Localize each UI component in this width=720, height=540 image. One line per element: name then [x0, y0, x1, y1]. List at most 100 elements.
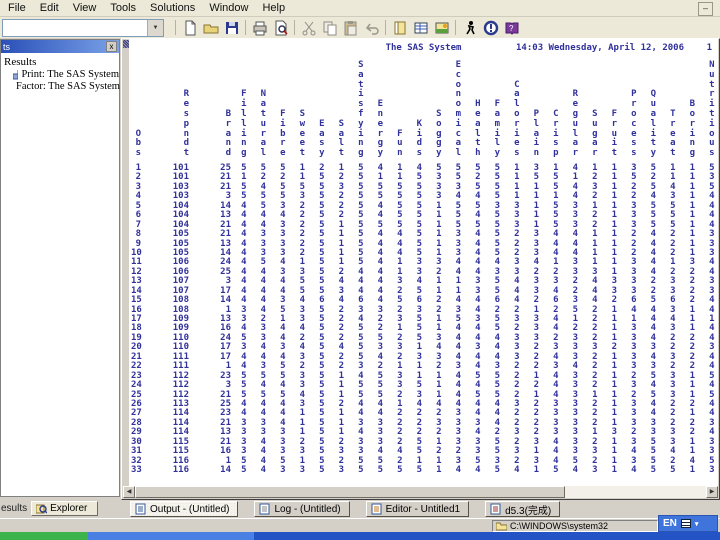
- submit-button[interactable]: [459, 18, 480, 37]
- printer-output-icon: [13, 69, 19, 79]
- current-folder-path: C:\WINDOWS\system32: [510, 521, 609, 531]
- table-row: 17 109 13 3 2 1 3 5 2 4 2 3 5 1 5 3 5 3 3 4 1 2 1 1 4 4 1 1: [131, 314, 718, 324]
- print-preview-icon: [275, 20, 288, 35]
- paste-button[interactable]: [340, 18, 361, 37]
- table-header-row: Obs Respndt Brand Filling Natural Fibre Sweet E…: [131, 56, 718, 159]
- help-book-icon: ?: [505, 22, 518, 35]
- scrollbar-thumb[interactable]: [135, 486, 565, 498]
- print-button[interactable]: [249, 18, 270, 37]
- close-icon[interactable]: x: [106, 41, 117, 52]
- menu-item-file[interactable]: File: [1, 1, 33, 15]
- taskbar-strip: [0, 532, 720, 540]
- table-cell: 3: [592, 465, 598, 475]
- results-tree-root[interactable]: Results: [3, 55, 119, 69]
- save-button[interactable]: [221, 18, 242, 37]
- window-tab-log[interactable]: Log - (Untitled): [254, 501, 350, 517]
- graphics-button[interactable]: [431, 18, 452, 37]
- copy-icon: [323, 21, 336, 35]
- current-folder-indicator[interactable]: C:\WINDOWS\system32: [492, 520, 658, 532]
- table-column-header-regular: Regular: [572, 89, 578, 159]
- menu-item-solutions[interactable]: Solutions: [143, 1, 202, 15]
- menu-item-window[interactable]: Window: [202, 1, 255, 15]
- table-cell: 5: [319, 465, 325, 475]
- tab-explorer[interactable]: Explorer: [31, 500, 99, 516]
- open-button[interactable]: [200, 18, 221, 37]
- results-panel-titlebar[interactable]: ts x: [1, 40, 119, 53]
- table-cell: 5: [397, 465, 403, 475]
- language-label[interactable]: EN: [663, 518, 677, 529]
- table-row: 25 112 21 5 5 5 4 5 1 5 5 2 3 1 4 5 5 2 1 4 3 1 1 2 5 3 1 5: [131, 390, 718, 400]
- table-body: 1 101 25 5 5 5 1 2 1 5 4 1 4 5 5 5 5 1 3 1 4 1 1 3 5 1 1 5 2 101 21 1 2 2…: [131, 163, 718, 475]
- svg-text:?: ?: [509, 24, 514, 33]
- scroll-left-icon[interactable]: ◀: [123, 486, 135, 498]
- command-combo-input[interactable]: ▼: [2, 18, 164, 37]
- listing-datetime: 14:03 Wednesday, April 12, 2006: [516, 43, 684, 53]
- table-row: 2 101 21 1 2 2 1 5 2 5 1 1 5 3 5 2 5 1 5 5 1 2 1 5 2 1 1 3: [131, 172, 718, 182]
- table-row: 22 111 1 4 3 5 2 5 2 3 2 1 1 2 3 4 3 2 2 3 4 2 1 3 3 2 2 4: [131, 361, 718, 371]
- horizontal-scrollbar[interactable]: ◀ ▶: [123, 486, 718, 498]
- menu-item-view[interactable]: View: [66, 1, 104, 15]
- break-button[interactable]: [480, 18, 501, 37]
- results-panel: ts x Results Print: The SAS System Factor…: [0, 39, 120, 497]
- window-tab-label: Editor - Untitled1: [385, 503, 461, 515]
- table-column-header-plain: Plain: [533, 109, 539, 159]
- table-cell: 14: [220, 465, 231, 475]
- table-row: 23 112 23 5 5 5 3 5 1 4 5 3 1 1 4 5 5 2 1 4 3 2 1 2 5 3 1 5: [131, 371, 718, 381]
- taskbar-button-fragment[interactable]: [88, 532, 254, 540]
- window-tab-label: d5.3(完成): [505, 505, 552, 517]
- printer-icon: [253, 21, 266, 35]
- new-library-button[interactable]: [389, 18, 410, 37]
- table-column-header-easy: Easy: [319, 118, 325, 159]
- table-column-header-family: Family: [494, 99, 500, 159]
- table-row: 26 113 25 4 4 4 3 5 2 4 4 1 4 4 4 4 4 3 2 3 3 2 1 3 4 2 2 4: [131, 399, 718, 409]
- language-bar[interactable]: EN ▾: [658, 515, 718, 532]
- table-column-header-natural: Natural: [260, 89, 266, 159]
- window-tab-icon: [135, 503, 146, 515]
- window-tab-program[interactable]: d5.3(完成): [485, 501, 561, 517]
- menu-item-help[interactable]: Help: [255, 1, 292, 15]
- folder-icon: [496, 522, 507, 530]
- menu-item-tools[interactable]: Tools: [103, 1, 143, 15]
- table-row: 27 114 23 4 4 4 1 5 1 4 4 2 2 2 3 4 4 2 2 3 3 2 1 3 4 2 1 4: [131, 408, 718, 418]
- table-cell: 1: [689, 465, 695, 475]
- cut-button[interactable]: [298, 18, 319, 37]
- window-tab-output[interactable]: Output - (Untitled): [130, 501, 239, 517]
- start-button-fragment[interactable]: [0, 532, 88, 540]
- window-tab-editor[interactable]: Editor - Untitled1: [365, 501, 470, 517]
- minimize-button[interactable]: –: [698, 2, 713, 16]
- table-row: 31 115 16 3 4 3 3 5 3 3 4 4 5 2 2 3 5 3 1 4 3 3 1 4 5 4 1 3: [131, 446, 718, 456]
- table-row: 9 105 13 4 3 3 2 5 1 5 4 4 5 1 3 4 5 2 3 4 4 1 1 2 4 2 1 3: [131, 239, 718, 249]
- help-button[interactable]: ?: [501, 18, 522, 37]
- table-row: 24 112 3 5 4 4 3 5 1 5 5 3 5 1 4 4 5 2 2 4 3 2 1 3 4 3 1 4: [131, 380, 718, 390]
- table-column-header-kids: Kids: [416, 118, 422, 159]
- table-cell: 3: [299, 465, 305, 475]
- table-column-header-energy: Energy: [377, 99, 383, 159]
- copy-button[interactable]: [319, 18, 340, 37]
- table-column-header-salt: Salt: [338, 118, 344, 159]
- table-row: 18 109 16 4 3 4 4 5 2 5 2 1 5 1 4 4 5 2 3 4 2 2 1 3 4 3 1 4: [131, 323, 718, 333]
- chevron-down-icon[interactable]: ▼: [147, 19, 163, 36]
- save-floppy-icon: [225, 21, 238, 34]
- output-listing[interactable]: The SAS System 14:03 Wednesday, April 12…: [129, 39, 718, 486]
- undo-arrow-icon: [365, 23, 379, 35]
- menu-item-edit[interactable]: Edit: [33, 1, 66, 15]
- tab-results[interactable]: esults: [0, 501, 31, 516]
- scissors-icon: [302, 21, 315, 35]
- new-document-button[interactable]: [179, 18, 200, 37]
- scroll-right-icon[interactable]: ▶: [706, 486, 718, 498]
- results-tree-item[interactable]: Factor: The SAS System: [3, 81, 120, 93]
- keyboard-icon[interactable]: [680, 519, 691, 528]
- results-tree-item[interactable]: Print: The SAS System: [3, 69, 119, 81]
- table-column-header-crisp: Crisp: [553, 109, 559, 159]
- table-column-header-sugar: Sugar: [592, 109, 598, 159]
- print-preview-button[interactable]: [270, 18, 291, 37]
- table-row: 4 103 3 5 5 5 3 5 2 5 5 5 5 3 4 4 5 1 1 1 4 2 1 2 4 3 1 4: [131, 191, 718, 201]
- undo-button[interactable]: [361, 18, 382, 37]
- table-cell: 5: [358, 465, 364, 475]
- table-cell: 4: [455, 465, 461, 475]
- chevron-down-icon[interactable]: ▾: [695, 520, 699, 528]
- scrollbar-track[interactable]: [565, 486, 706, 498]
- table-row: 33 116 14 5 4 3 3 5 3 5 5 5 5 1 4 4 5 4 1 5 4 3 1 4 5 5 1 3: [131, 465, 718, 475]
- table-row: 32 116 1 5 4 5 1 5 2 5 5 2 1 1 3 5 3 2 3 4 5 2 1 3 5 2 4 5: [131, 456, 718, 466]
- query-button[interactable]: [410, 18, 431, 37]
